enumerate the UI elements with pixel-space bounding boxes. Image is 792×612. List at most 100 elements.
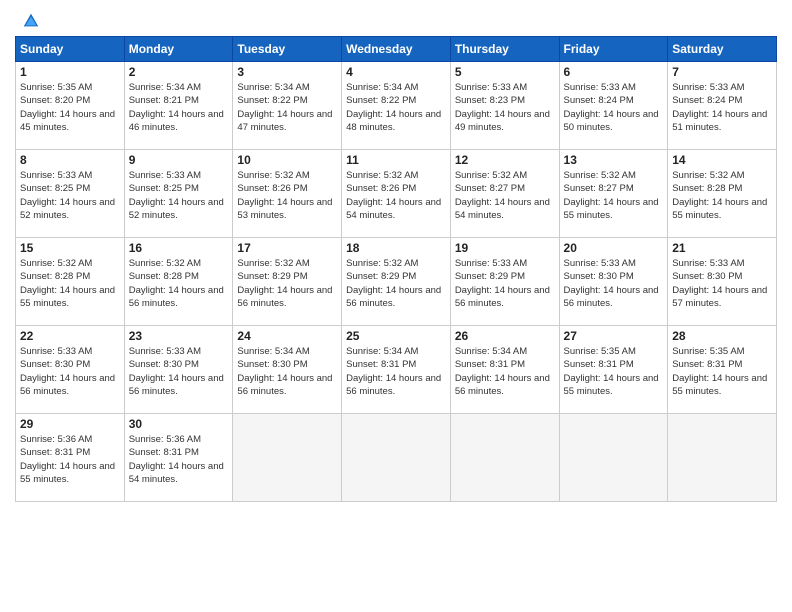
- sunrise-label: Sunrise: 5:34 AM: [346, 82, 418, 93]
- table-cell: 3 Sunrise: 5:34 AM Sunset: 8:22 PM Dayli…: [233, 62, 342, 150]
- day-number: 26: [455, 329, 555, 343]
- day-number: 1: [20, 65, 120, 79]
- calendar-table: Sunday Monday Tuesday Wednesday Thursday…: [15, 36, 777, 502]
- daylight-label: Daylight: 14 hours and 52 minutes.: [129, 197, 224, 221]
- daylight-label: Daylight: 14 hours and 48 minutes.: [346, 109, 441, 133]
- day-number: 29: [20, 417, 120, 431]
- header-row: Sunday Monday Tuesday Wednesday Thursday…: [16, 37, 777, 62]
- calendar-row: 15 Sunrise: 5:32 AM Sunset: 8:28 PM Dayl…: [16, 238, 777, 326]
- day-number: 13: [564, 153, 664, 167]
- table-cell: 10 Sunrise: 5:32 AM Sunset: 8:26 PM Dayl…: [233, 150, 342, 238]
- sunrise-label: Sunrise: 5:33 AM: [20, 170, 92, 181]
- sunrise-label: Sunrise: 5:35 AM: [672, 346, 744, 357]
- table-cell: 11 Sunrise: 5:32 AM Sunset: 8:26 PM Dayl…: [342, 150, 451, 238]
- day-number: 16: [129, 241, 229, 255]
- day-info: Sunrise: 5:32 AM Sunset: 8:26 PM Dayligh…: [346, 169, 446, 222]
- daylight-label: Daylight: 14 hours and 51 minutes.: [672, 109, 767, 133]
- day-number: 2: [129, 65, 229, 79]
- daylight-label: Daylight: 14 hours and 56 minutes.: [237, 373, 332, 397]
- day-number: 23: [129, 329, 229, 343]
- sunrise-label: Sunrise: 5:33 AM: [455, 82, 527, 93]
- daylight-label: Daylight: 14 hours and 55 minutes.: [564, 197, 659, 221]
- sunrise-label: Sunrise: 5:32 AM: [346, 258, 418, 269]
- table-cell: 6 Sunrise: 5:33 AM Sunset: 8:24 PM Dayli…: [559, 62, 668, 150]
- day-number: 3: [237, 65, 337, 79]
- sunrise-label: Sunrise: 5:32 AM: [237, 170, 309, 181]
- sunrise-label: Sunrise: 5:33 AM: [672, 82, 744, 93]
- table-cell: 17 Sunrise: 5:32 AM Sunset: 8:29 PM Dayl…: [233, 238, 342, 326]
- day-number: 4: [346, 65, 446, 79]
- sunset-label: Sunset: 8:30 PM: [672, 271, 742, 282]
- header: [0, 0, 792, 36]
- day-number: 17: [237, 241, 337, 255]
- table-cell: [668, 414, 777, 502]
- sunset-label: Sunset: 8:31 PM: [129, 447, 199, 458]
- daylight-label: Daylight: 14 hours and 49 minutes.: [455, 109, 550, 133]
- day-number: 24: [237, 329, 337, 343]
- sunrise-label: Sunrise: 5:33 AM: [455, 258, 527, 269]
- sunrise-label: Sunrise: 5:36 AM: [129, 434, 201, 445]
- day-number: 22: [20, 329, 120, 343]
- day-info: Sunrise: 5:34 AM Sunset: 8:31 PM Dayligh…: [346, 345, 446, 398]
- table-cell: [559, 414, 668, 502]
- sunrise-label: Sunrise: 5:33 AM: [20, 346, 92, 357]
- sunset-label: Sunset: 8:31 PM: [455, 359, 525, 370]
- sunrise-label: Sunrise: 5:34 AM: [237, 82, 309, 93]
- daylight-label: Daylight: 14 hours and 54 minutes.: [346, 197, 441, 221]
- day-info: Sunrise: 5:33 AM Sunset: 8:23 PM Dayligh…: [455, 81, 555, 134]
- sunset-label: Sunset: 8:31 PM: [564, 359, 634, 370]
- sunrise-label: Sunrise: 5:32 AM: [20, 258, 92, 269]
- sunset-label: Sunset: 8:24 PM: [564, 95, 634, 106]
- day-number: 18: [346, 241, 446, 255]
- sunrise-label: Sunrise: 5:33 AM: [672, 258, 744, 269]
- sunrise-label: Sunrise: 5:33 AM: [129, 170, 201, 181]
- day-info: Sunrise: 5:34 AM Sunset: 8:30 PM Dayligh…: [237, 345, 337, 398]
- sunset-label: Sunset: 8:24 PM: [672, 95, 742, 106]
- sunrise-label: Sunrise: 5:35 AM: [20, 82, 92, 93]
- sunset-label: Sunset: 8:30 PM: [129, 359, 199, 370]
- day-info: Sunrise: 5:33 AM Sunset: 8:29 PM Dayligh…: [455, 257, 555, 310]
- table-cell: 5 Sunrise: 5:33 AM Sunset: 8:23 PM Dayli…: [450, 62, 559, 150]
- table-cell: 13 Sunrise: 5:32 AM Sunset: 8:27 PM Dayl…: [559, 150, 668, 238]
- daylight-label: Daylight: 14 hours and 54 minutes.: [455, 197, 550, 221]
- sunrise-label: Sunrise: 5:32 AM: [237, 258, 309, 269]
- day-info: Sunrise: 5:34 AM Sunset: 8:31 PM Dayligh…: [455, 345, 555, 398]
- sunset-label: Sunset: 8:27 PM: [455, 183, 525, 194]
- sunrise-label: Sunrise: 5:34 AM: [346, 346, 418, 357]
- daylight-label: Daylight: 14 hours and 53 minutes.: [237, 197, 332, 221]
- day-number: 8: [20, 153, 120, 167]
- col-tuesday: Tuesday: [233, 37, 342, 62]
- table-cell: 23 Sunrise: 5:33 AM Sunset: 8:30 PM Dayl…: [124, 326, 233, 414]
- day-info: Sunrise: 5:35 AM Sunset: 8:20 PM Dayligh…: [20, 81, 120, 134]
- sunset-label: Sunset: 8:25 PM: [129, 183, 199, 194]
- day-info: Sunrise: 5:32 AM Sunset: 8:26 PM Dayligh…: [237, 169, 337, 222]
- daylight-label: Daylight: 14 hours and 56 minutes.: [20, 373, 115, 397]
- col-wednesday: Wednesday: [342, 37, 451, 62]
- table-cell: 26 Sunrise: 5:34 AM Sunset: 8:31 PM Dayl…: [450, 326, 559, 414]
- sunset-label: Sunset: 8:21 PM: [129, 95, 199, 106]
- sunset-label: Sunset: 8:27 PM: [564, 183, 634, 194]
- daylight-label: Daylight: 14 hours and 55 minutes.: [20, 285, 115, 309]
- col-saturday: Saturday: [668, 37, 777, 62]
- daylight-label: Daylight: 14 hours and 55 minutes.: [564, 373, 659, 397]
- sunset-label: Sunset: 8:30 PM: [237, 359, 307, 370]
- day-number: 6: [564, 65, 664, 79]
- table-cell: [450, 414, 559, 502]
- daylight-label: Daylight: 14 hours and 56 minutes.: [564, 285, 659, 309]
- day-number: 15: [20, 241, 120, 255]
- sunset-label: Sunset: 8:31 PM: [20, 447, 90, 458]
- day-info: Sunrise: 5:33 AM Sunset: 8:25 PM Dayligh…: [20, 169, 120, 222]
- sunrise-label: Sunrise: 5:33 AM: [564, 258, 636, 269]
- col-thursday: Thursday: [450, 37, 559, 62]
- day-info: Sunrise: 5:33 AM Sunset: 8:30 PM Dayligh…: [129, 345, 229, 398]
- table-cell: 18 Sunrise: 5:32 AM Sunset: 8:29 PM Dayl…: [342, 238, 451, 326]
- col-friday: Friday: [559, 37, 668, 62]
- sunset-label: Sunset: 8:22 PM: [346, 95, 416, 106]
- day-number: 14: [672, 153, 772, 167]
- logo-icon: [22, 12, 40, 30]
- day-number: 9: [129, 153, 229, 167]
- day-number: 20: [564, 241, 664, 255]
- sunset-label: Sunset: 8:29 PM: [346, 271, 416, 282]
- day-number: 10: [237, 153, 337, 167]
- day-number: 30: [129, 417, 229, 431]
